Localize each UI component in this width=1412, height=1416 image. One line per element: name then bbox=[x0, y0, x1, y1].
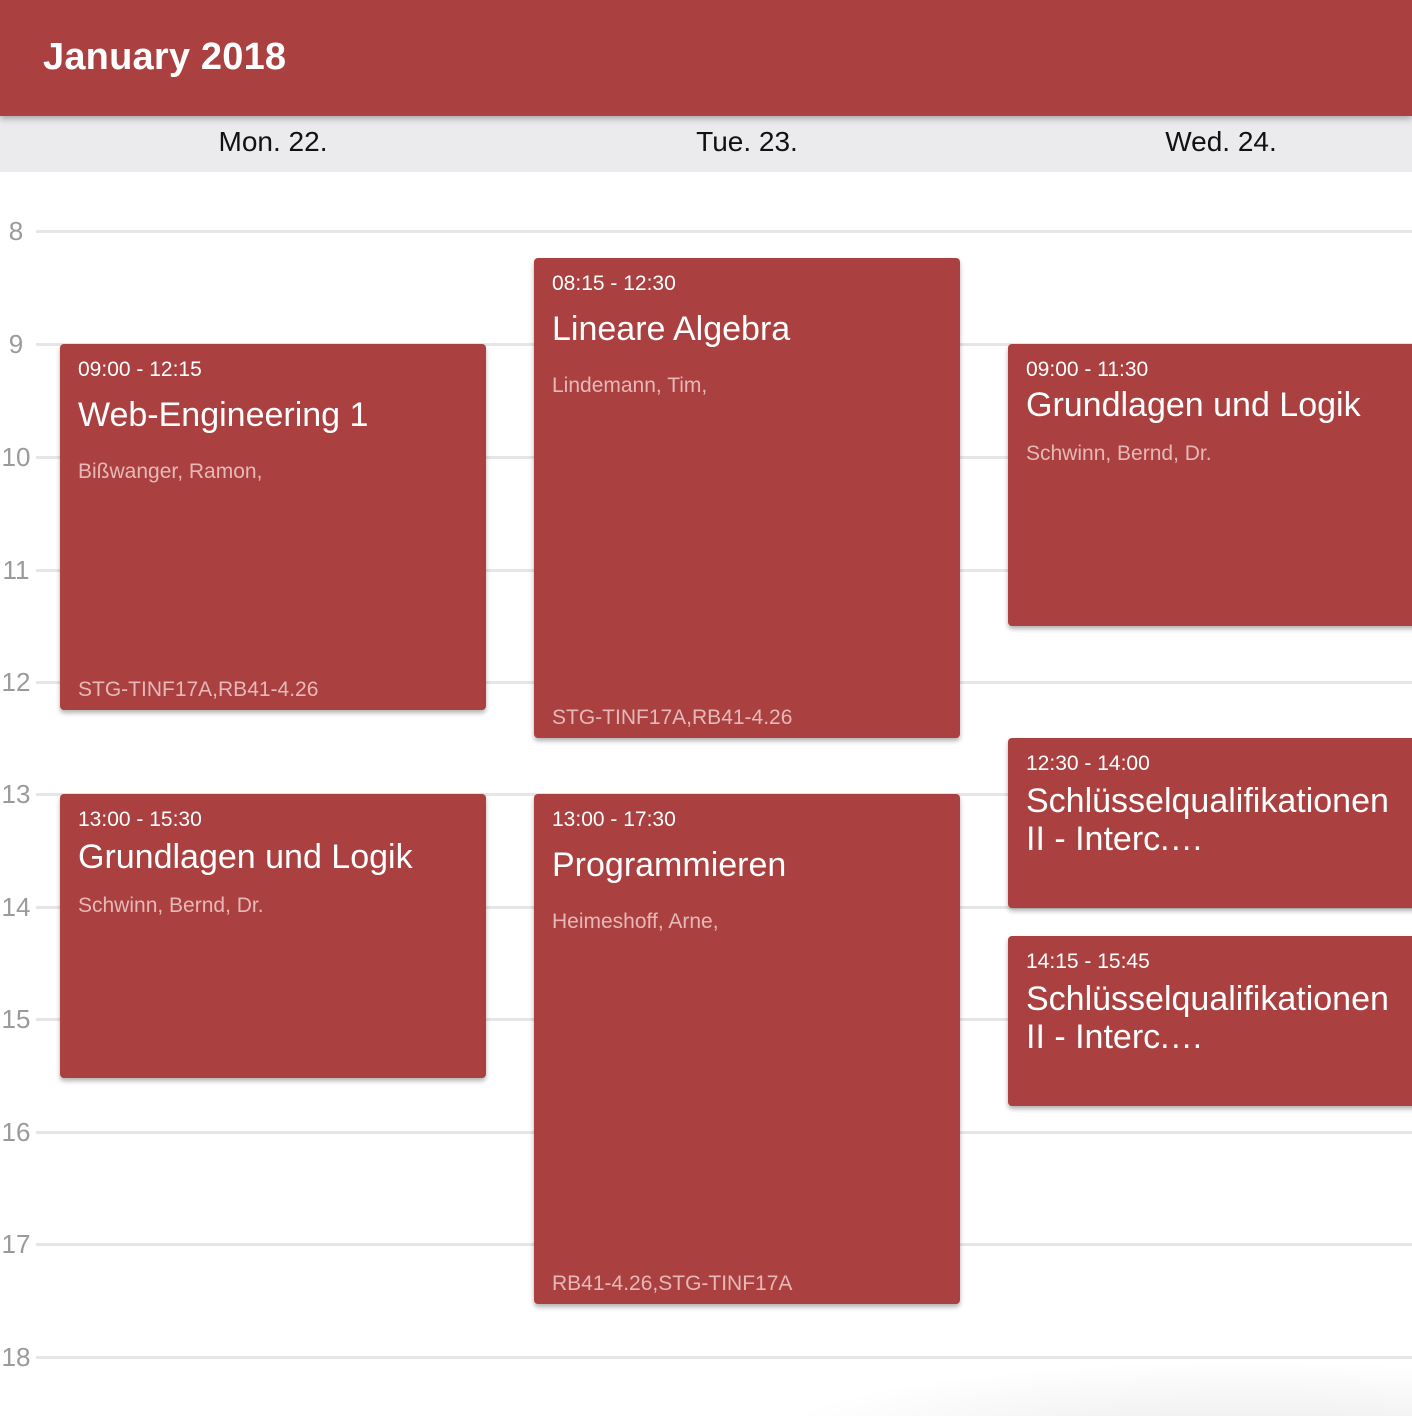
event-lecturer: Schwinn, Bernd, Dr. bbox=[78, 894, 264, 917]
event-time: 13:00 - 17:30 bbox=[552, 808, 676, 831]
event-card-grundlagen-logik-wed[interactable]: 09:00 - 11:30 Grundlagen und Logik Schwi… bbox=[1008, 344, 1412, 626]
hour-label: 9 bbox=[8, 329, 24, 359]
hour-label: 15 bbox=[1, 1004, 31, 1034]
hour-line bbox=[36, 230, 1412, 233]
event-title: Schlüsselqualifikationen II - Interc.… bbox=[1026, 782, 1389, 858]
event-lecturer: Schwinn, Bernd, Dr. bbox=[1026, 442, 1212, 465]
event-title: Lineare Algebra bbox=[552, 310, 791, 348]
hour-label: 14 bbox=[1, 892, 31, 922]
hour-label: 18 bbox=[1, 1342, 31, 1372]
hour-label: 16 bbox=[1, 1117, 31, 1147]
hour-label: 11 bbox=[2, 555, 30, 585]
event-card-programmieren[interactable]: 13:00 - 17:30 Programmieren Heimeshoff, … bbox=[534, 794, 960, 1304]
hour-label: 10 bbox=[1, 442, 31, 472]
event-title: Web-Engineering 1 bbox=[78, 396, 369, 434]
event-title: Grundlagen und Logik bbox=[78, 838, 413, 876]
event-card-lineare-algebra[interactable]: 08:15 - 12:30 Lineare Algebra Lindemann,… bbox=[534, 258, 960, 738]
day-header-row: Mon. 22. Tue. 23. Wed. 24. bbox=[0, 116, 1412, 172]
event-time: 09:00 - 12:15 bbox=[78, 358, 202, 381]
event-time: 08:15 - 12:30 bbox=[552, 272, 676, 295]
calendar-app: January 2018 Mon. 22. Tue. 23. Wed. 24. … bbox=[0, 0, 1412, 1416]
month-title: January 2018 bbox=[43, 36, 287, 78]
event-title: Programmieren bbox=[552, 846, 787, 884]
event-title: Grundlagen und Logik bbox=[1026, 386, 1361, 424]
event-time: 13:00 - 15:30 bbox=[78, 808, 202, 831]
hour-line bbox=[36, 1356, 1412, 1359]
event-card-schluesselqualifikationen-1[interactable]: 12:30 - 14:00 Schlüsselqualifikationen I… bbox=[1008, 738, 1412, 908]
event-card-web-engineering[interactable]: 09:00 - 12:15 Web-Engineering 1 Bißwange… bbox=[60, 344, 486, 710]
hour-label: 8 bbox=[8, 216, 24, 246]
hour-row-8: 8 bbox=[0, 216, 1412, 260]
hour-label: 17 bbox=[1, 1229, 31, 1259]
event-lecturer: Lindemann, Tim, bbox=[552, 374, 708, 397]
event-lecturer: Heimeshoff, Arne, bbox=[552, 910, 719, 933]
event-room: RB41-4.26,STG-TINF17A bbox=[552, 1272, 793, 1295]
event-card-schluesselqualifikationen-2[interactable]: 14:15 - 15:45 Schlüsselqualifikationen I… bbox=[1008, 936, 1412, 1106]
event-card-grundlagen-logik-mon[interactable]: 13:00 - 15:30 Grundlagen und Logik Schwi… bbox=[60, 794, 486, 1078]
event-room: STG-TINF17A,RB41-4.26 bbox=[552, 706, 793, 729]
event-room: STG-TINF17A,RB41-4.26 bbox=[78, 678, 319, 701]
event-lecturer: Bißwanger, Ramon, bbox=[78, 460, 263, 483]
event-time: 09:00 - 11:30 bbox=[1026, 358, 1149, 381]
day-header-tue[interactable]: Tue. 23. bbox=[510, 126, 984, 158]
hour-label: 12 bbox=[1, 667, 31, 697]
day-header-wed[interactable]: Wed. 24. bbox=[984, 126, 1412, 158]
event-time: 14:15 - 15:45 bbox=[1026, 950, 1150, 973]
hour-label: 13 bbox=[1, 779, 31, 809]
app-bar: January 2018 bbox=[0, 0, 1412, 116]
event-time: 12:30 - 14:00 bbox=[1026, 752, 1150, 775]
event-title: Schlüsselqualifikationen II - Interc.… bbox=[1026, 980, 1389, 1056]
hour-row-18: 18 bbox=[0, 1342, 1412, 1386]
day-header-mon[interactable]: Mon. 22. bbox=[36, 126, 510, 158]
